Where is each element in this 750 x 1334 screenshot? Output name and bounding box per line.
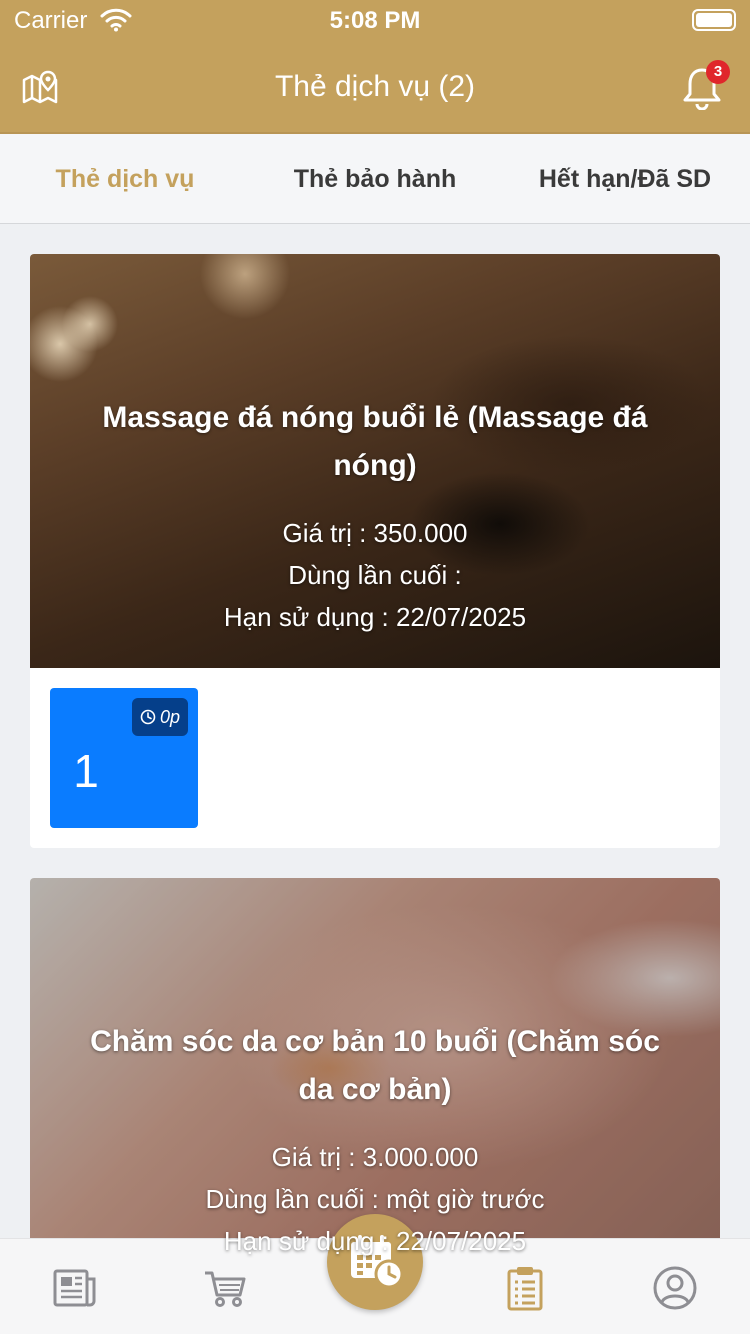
tab-expired-used[interactable]: Hết hạn/Đã SD (500, 134, 750, 223)
card-hero-image: Chăm sóc da cơ bản 10 buổi (Chăm sóc da … (30, 878, 720, 1292)
card-expiry: Hạn sử dụng : 22/07/2025 (223, 1226, 527, 1256)
card-title: Chăm sóc da cơ bản 10 buổi (Chăm sóc da … (90, 1025, 660, 1106)
clock-icon (140, 709, 156, 725)
clock: 5:08 PM (329, 7, 421, 34)
service-card[interactable]: Chăm sóc da cơ bản 10 buổi (Chăm sóc da … (30, 878, 720, 1292)
cart-icon[interactable] (202, 1265, 248, 1311)
card-info: Giá trị : 3.000.000 Dùng lần cuối : một … (30, 1136, 720, 1262)
card-value: Giá trị : 3.000.000 (271, 1142, 479, 1172)
tab-warranty-cards[interactable]: Thẻ bảo hành (250, 134, 500, 223)
session-tile[interactable]: 0p 1 (50, 688, 198, 828)
nav-bar: Thẻ dịch vụ (2) 3 (0, 40, 750, 134)
card-last-used: Dùng lần cuối : một giờ trước (205, 1184, 545, 1214)
card-title: Massage đá nóng buổi lẻ (Massage đá nóng… (102, 401, 648, 482)
card-last-used: Dùng lần cuối : (288, 560, 462, 590)
session-list: 0p 1 (30, 668, 720, 848)
session-duration-chip: 0p (131, 698, 188, 736)
session-count: 1 (73, 745, 99, 797)
card-value: Giá trị : 350.000 (282, 518, 468, 548)
service-card[interactable]: Massage đá nóng buổi lẻ (Massage đá nóng… (30, 254, 720, 848)
news-icon[interactable] (52, 1265, 98, 1311)
clipboard-list-icon[interactable] (502, 1265, 548, 1311)
tab-bar: Thẻ dịch vụ Thẻ bảo hành Hết hạn/Đã SD (0, 134, 750, 224)
notification-badge: 3 (706, 60, 730, 84)
user-circle-icon[interactable] (652, 1265, 698, 1311)
session-duration: 0p (159, 706, 180, 727)
card-hero-image: Massage đá nóng buổi lẻ (Massage đá nóng… (30, 254, 720, 668)
battery-icon (692, 9, 736, 31)
tab-service-cards[interactable]: Thẻ dịch vụ (0, 134, 250, 223)
card-expiry: Hạn sử dụng : 22/07/2025 (223, 602, 527, 632)
card-info: Giá trị : 350.000 Dùng lần cuối : Hạn sử… (30, 512, 720, 638)
page-title: Thẻ dịch vụ (2) (274, 70, 476, 103)
status-bar: Carrier 5:08 PM (0, 0, 750, 40)
notification-button[interactable]: 3 (680, 60, 730, 111)
